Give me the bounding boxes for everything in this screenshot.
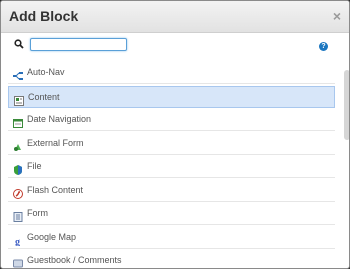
google-map-icon: g <box>13 233 23 248</box>
block-item-flash-content[interactable]: Flash Content <box>8 180 335 202</box>
search-row: ? <box>1 34 349 62</box>
block-item-label: External Form <box>27 137 84 148</box>
dialog-titlebar: Add Block × <box>1 1 349 33</box>
block-item-content[interactable]: Content <box>8 85 335 108</box>
block-item-date-navigation[interactable]: Date Navigation <box>8 109 335 131</box>
block-item-external-form[interactable]: External Form <box>8 133 335 155</box>
flash-content-icon <box>13 186 23 199</box>
block-item-label: Form <box>27 208 48 218</box>
search-input[interactable] <box>30 38 127 51</box>
content-icon <box>14 93 24 106</box>
guestbook-icon <box>13 256 23 268</box>
close-icon[interactable]: × <box>333 8 341 24</box>
scrollbar-thumb[interactable] <box>344 70 349 140</box>
scrollbar[interactable] <box>344 62 349 268</box>
block-item-label: Date Navigation <box>27 114 92 124</box>
block-item-label: Google Map <box>27 231 77 242</box>
block-item-google-map[interactable]: g Google Map <box>8 227 335 249</box>
block-item-label: Flash Content <box>27 184 84 195</box>
block-item-auto-nav[interactable]: Auto-Nav <box>8 62 335 84</box>
block-item-guestbook-comments[interactable]: Guestbook / Comments <box>8 250 335 268</box>
block-item-label: File <box>27 161 42 171</box>
dialog-title: Add Block <box>9 8 79 24</box>
block-item-file[interactable]: File <box>8 156 335 178</box>
dialog-content: ? Auto-Nav Content Date Navigation External… <box>1 34 349 268</box>
svg-text:g: g <box>15 237 20 246</box>
date-navigation-icon <box>13 115 23 128</box>
external-form-icon <box>13 139 23 151</box>
form-icon <box>13 209 23 222</box>
file-icon <box>13 162 23 175</box>
block-item-label: Auto-Nav <box>27 67 65 77</box>
auto-nav-icon <box>13 68 23 80</box>
add-block-dialog: Add Block × ? Auto-Nav Content Date Naviga… <box>0 0 350 269</box>
block-item-form[interactable]: Form <box>8 203 335 225</box>
search-icon <box>14 39 24 49</box>
block-item-label: Content <box>28 91 60 102</box>
block-item-label: Guestbook / Comments <box>27 255 122 265</box>
help-icon[interactable]: ? <box>319 42 328 51</box>
